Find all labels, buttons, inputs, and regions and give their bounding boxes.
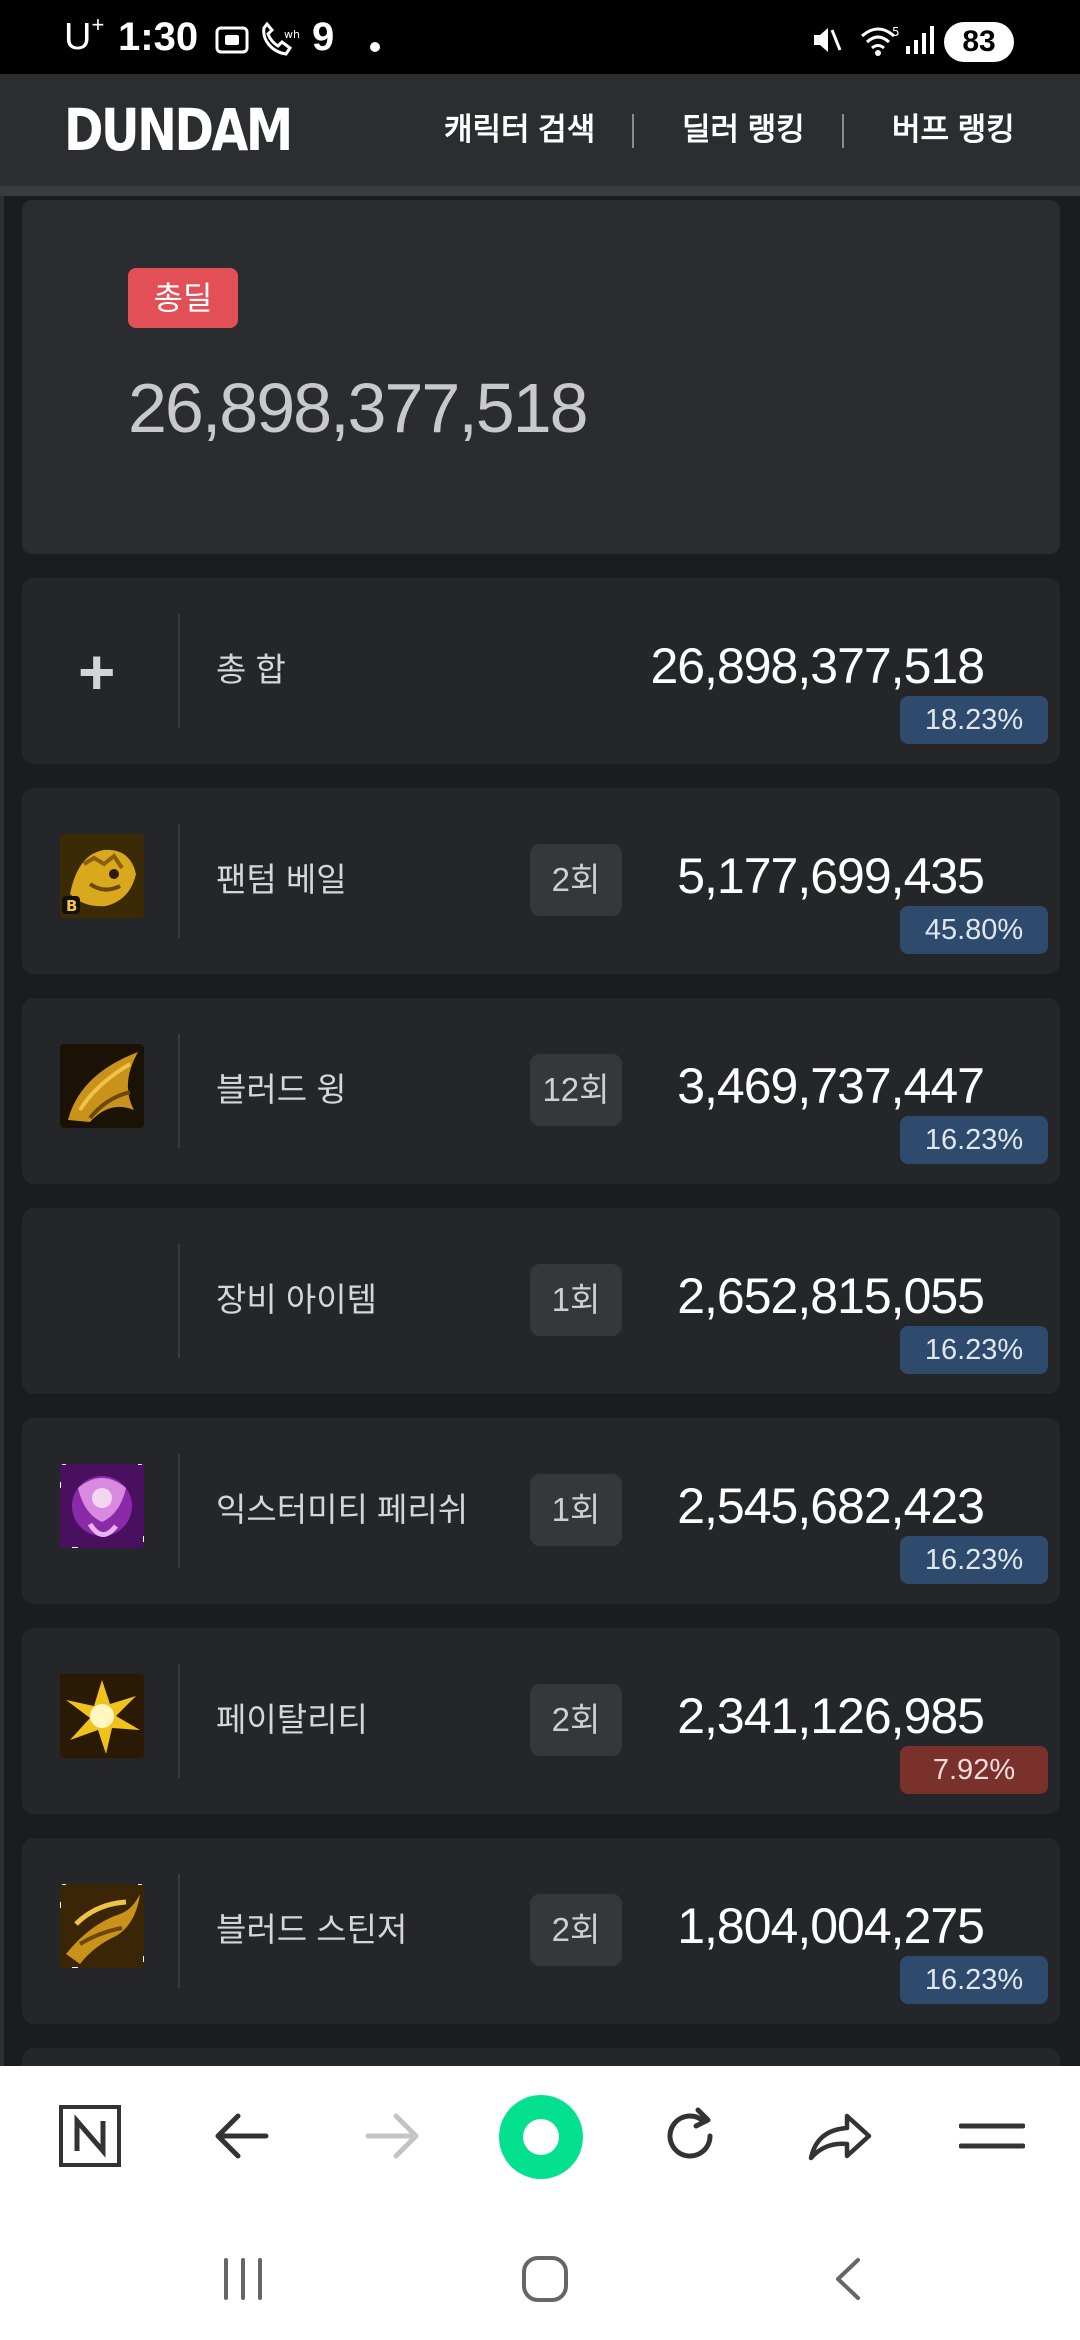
nav-character-search[interactable]: 캐릭터 검색 — [444, 110, 595, 150]
menu-icon[interactable] — [952, 2096, 1032, 2176]
damage-row-partial — [22, 2048, 1060, 2066]
skill-damage: 3,469,737,447 — [677, 1058, 985, 1114]
svg-text:5: 5 — [892, 25, 900, 39]
clock: 1:30 — [118, 15, 199, 59]
mute-icon — [814, 28, 842, 52]
blood-stinger-skill-icon — [60, 1884, 144, 1968]
damage-row-total[interactable]: + 총 합 26,898,377,518 18.23% — [22, 578, 1060, 764]
row-divider — [178, 614, 180, 728]
signal-icon — [906, 26, 934, 54]
svg-text:who: who — [284, 28, 300, 41]
hit-count-badge: 2회 — [530, 1684, 622, 1756]
skill-percent-badge: 16.23% — [900, 1536, 1048, 1584]
skill-percent-badge: 7.92% — [900, 1746, 1048, 1794]
damage-row[interactable]: 블러드 윙 12회 3,469,737,447 16.23% — [22, 998, 1060, 1184]
nav-divider — [632, 114, 634, 148]
skill-percent-badge: 16.23% — [900, 1116, 1048, 1164]
fatality-skill-icon — [60, 1674, 144, 1758]
row-divider — [178, 1244, 180, 1358]
recent-apps-icon[interactable] — [208, 2244, 278, 2314]
battery-indicator: 83 — [944, 22, 1014, 62]
system-navigation-bar — [0, 2208, 1080, 2340]
wifi-icon: 5 — [861, 25, 900, 56]
row-divider — [178, 824, 180, 938]
hit-count-badge: 2회 — [530, 1894, 622, 1966]
header-divider — [0, 186, 1080, 196]
call-app-icon: who — [262, 22, 300, 56]
skill-damage: 5,177,699,435 — [677, 848, 985, 904]
total-damage-badge: 총딜 — [128, 268, 238, 328]
hit-count-badge: 12회 — [530, 1054, 622, 1126]
skill-name: 총 합 — [216, 651, 286, 688]
status-bar: U+ 1:30 who 9 5 83 — [0, 0, 1080, 74]
hit-count-badge: 1회 — [530, 1474, 622, 1546]
site-logo[interactable]: DUNDAM — [64, 98, 293, 162]
plus-icon: + — [78, 636, 116, 708]
skill-percent-badge: 16.23% — [900, 1326, 1048, 1374]
svg-text:B: B — [66, 897, 77, 915]
share-icon[interactable] — [800, 2096, 880, 2176]
hit-count-badge: 1회 — [530, 1264, 622, 1336]
skill-damage: 26,898,377,518 — [650, 638, 985, 694]
skill-damage: 2,652,815,055 — [677, 1268, 985, 1324]
damage-row[interactable]: 블러드 스틴저 2회 1,804,004,275 16.23% — [22, 1838, 1060, 2024]
damage-row[interactable]: 페이탈리티 2회 2,341,126,985 7.92% — [22, 1628, 1060, 1814]
site-header: DUNDAM 캐릭터 검색 딜러 랭킹 버프 랭킹 — [0, 74, 1080, 186]
skill-name: 장비 아이템 — [216, 1281, 377, 1318]
nav-divider — [842, 114, 844, 148]
notification-count: 9 — [312, 15, 335, 59]
row-divider — [178, 1454, 180, 1568]
back-arrow-icon[interactable] — [202, 2096, 282, 2176]
nav-dealer-ranking[interactable]: 딜러 랭킹 — [682, 110, 805, 150]
browser-toolbar — [0, 2066, 1080, 2208]
skill-name: 블러드 스틴저 — [216, 1911, 408, 1948]
content-edge — [0, 196, 4, 2066]
row-divider — [178, 1874, 180, 1988]
skill-percent-badge: 18.23% — [900, 696, 1048, 744]
naver-n-icon[interactable] — [50, 2096, 130, 2176]
skill-name: 팬텀 베일 — [216, 861, 347, 898]
back-icon[interactable] — [814, 2244, 884, 2314]
phantom-veil-skill-icon: B — [60, 834, 144, 918]
screenshot-icon — [215, 26, 249, 54]
hit-count-badge: 2회 — [530, 844, 622, 916]
damage-row[interactable]: 장비 아이템 1회 2,652,815,055 16.23% — [22, 1208, 1060, 1394]
extremity-perish-skill-icon — [60, 1464, 144, 1548]
forward-arrow-icon[interactable] — [352, 2096, 432, 2176]
damage-row[interactable]: 익스터미티 페리쉬 1회 2,545,682,423 16.23% — [22, 1418, 1060, 1604]
blood-wing-skill-icon — [60, 1044, 144, 1128]
skill-name: 익스터미티 페리쉬 — [216, 1491, 469, 1528]
home-icon[interactable] — [510, 2244, 580, 2314]
naver-green-circle-icon[interactable] — [498, 2094, 584, 2180]
total-damage-card: 총딜 26,898,377,518 — [22, 200, 1060, 554]
skill-damage: 2,545,682,423 — [677, 1478, 985, 1534]
row-divider — [178, 1034, 180, 1148]
refresh-icon[interactable] — [650, 2096, 730, 2176]
row-divider — [178, 1664, 180, 1778]
total-damage-value: 26,898,377,518 — [128, 369, 589, 447]
skill-damage: 2,341,126,985 — [677, 1688, 985, 1744]
skill-name: 블러드 윙 — [216, 1071, 347, 1108]
skill-damage: 1,804,004,275 — [677, 1898, 985, 1954]
nav-buffer-ranking[interactable]: 버프 랭킹 — [892, 110, 1015, 150]
skill-percent-badge: 16.23% — [900, 1956, 1048, 2004]
damage-row[interactable]: B 팬텀 베일 2회 5,177,699,435 45.80% — [22, 788, 1060, 974]
skill-name: 페이탈리티 — [216, 1701, 368, 1738]
notification-dot — [370, 42, 380, 52]
skill-percent-badge: 45.80% — [900, 906, 1048, 954]
carrier-label: U+ — [64, 12, 105, 59]
